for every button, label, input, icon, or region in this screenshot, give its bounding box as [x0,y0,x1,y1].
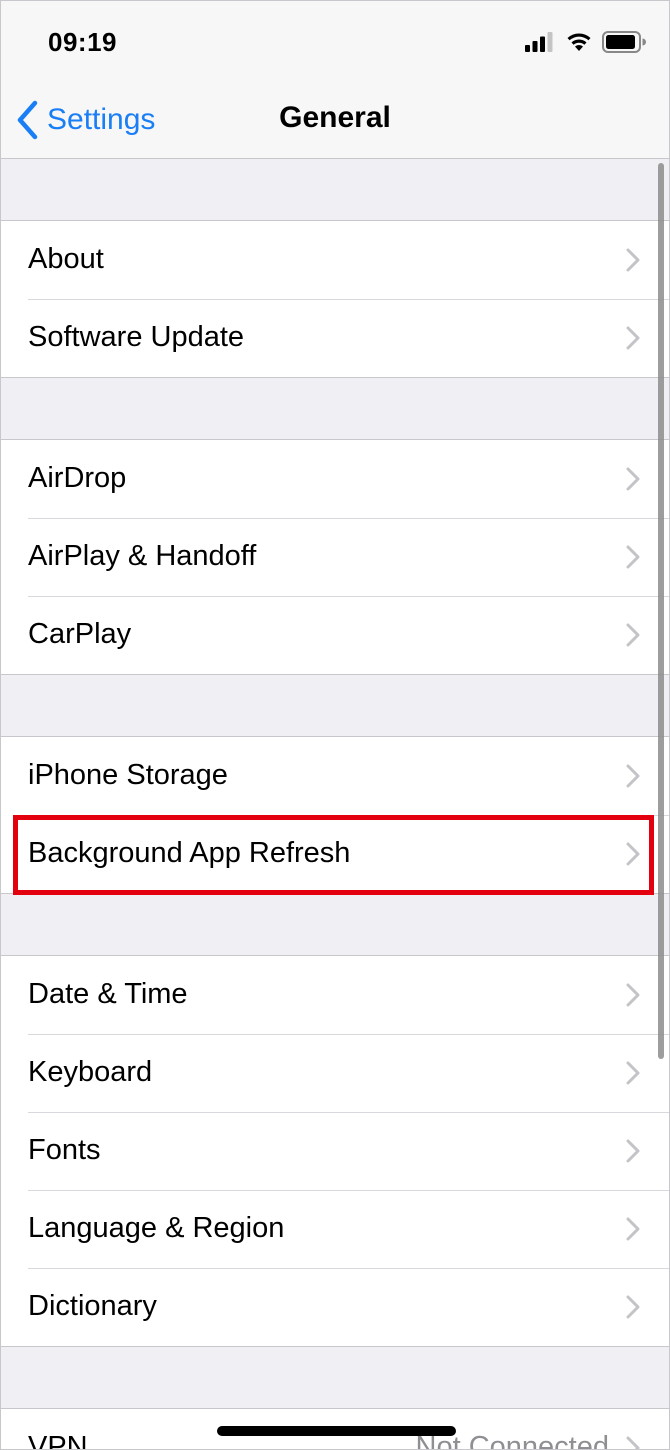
row-label: Background App Refresh [28,837,351,869]
wifi-icon [567,33,591,51]
scrollbar[interactable] [658,163,664,1059]
row-label: CarPlay [28,618,132,650]
page-title: General [279,101,391,134]
home-indicator[interactable] [217,1426,456,1436]
settings-row-airdrop[interactable]: AirDrop [1,440,669,518]
chevron-right-icon [626,1061,640,1085]
chevron-right-icon [626,1436,640,1449]
settings-row-dictionary[interactable]: Dictionary [1,1268,669,1346]
chevron-right-icon [626,764,640,788]
row-label: iPhone Storage [28,759,228,791]
row-label: About [28,243,104,275]
settings-list: About Software Update AirDrop AirPlay & … [1,159,669,1450]
row-label: Software Update [28,321,245,353]
row-label: Dictionary [28,1290,157,1322]
settings-row-carplay[interactable]: CarPlay [1,596,669,674]
settings-group: iPhone Storage Background App Refresh [1,736,669,894]
chevron-right-icon [626,623,640,647]
chevron-right-icon [626,545,640,569]
row-label: VPN [28,1431,88,1450]
row-label: Language & Region [28,1212,285,1244]
status-bar: 09:19 [1,1,669,81]
chevron-right-icon [626,842,640,866]
settings-group: AirDrop AirPlay & Handoff CarPlay [1,439,669,675]
battery-icon [602,31,646,53]
cellular-signal-icon [525,32,553,52]
chevron-right-icon [626,1295,640,1319]
chevron-right-icon [626,1139,640,1163]
settings-row-airplay-handoff[interactable]: AirPlay & Handoff [1,518,669,596]
settings-row-language-region[interactable]: Language & Region [1,1190,669,1268]
settings-row-keyboard[interactable]: Keyboard [1,1034,669,1112]
phone-screen: 09:19 Settings General About Software Up… [0,0,670,1450]
row-label: AirDrop [28,462,127,494]
settings-row-about[interactable]: About [1,221,669,299]
settings-row-background-app-refresh[interactable]: Background App Refresh [1,815,669,893]
row-label: Date & Time [28,978,188,1010]
settings-group: About Software Update [1,220,669,378]
settings-group: Date & Time Keyboard Fonts Language & Re… [1,955,669,1347]
status-time: 09:19 [48,27,117,57]
chevron-right-icon [626,983,640,1007]
settings-row-fonts[interactable]: Fonts [1,1112,669,1190]
chevron-right-icon [626,326,640,350]
settings-row-software-update[interactable]: Software Update [1,299,669,377]
row-label: Keyboard [28,1056,153,1088]
chevron-right-icon [626,248,640,272]
settings-row-iphone-storage[interactable]: iPhone Storage [1,737,669,815]
navigation-bar: Settings General [1,81,669,159]
settings-row-date-time[interactable]: Date & Time [1,956,669,1034]
row-label: Fonts [28,1134,101,1166]
chevron-right-icon [626,467,640,491]
row-label: AirPlay & Handoff [28,540,257,572]
chevron-right-icon [626,1217,640,1241]
